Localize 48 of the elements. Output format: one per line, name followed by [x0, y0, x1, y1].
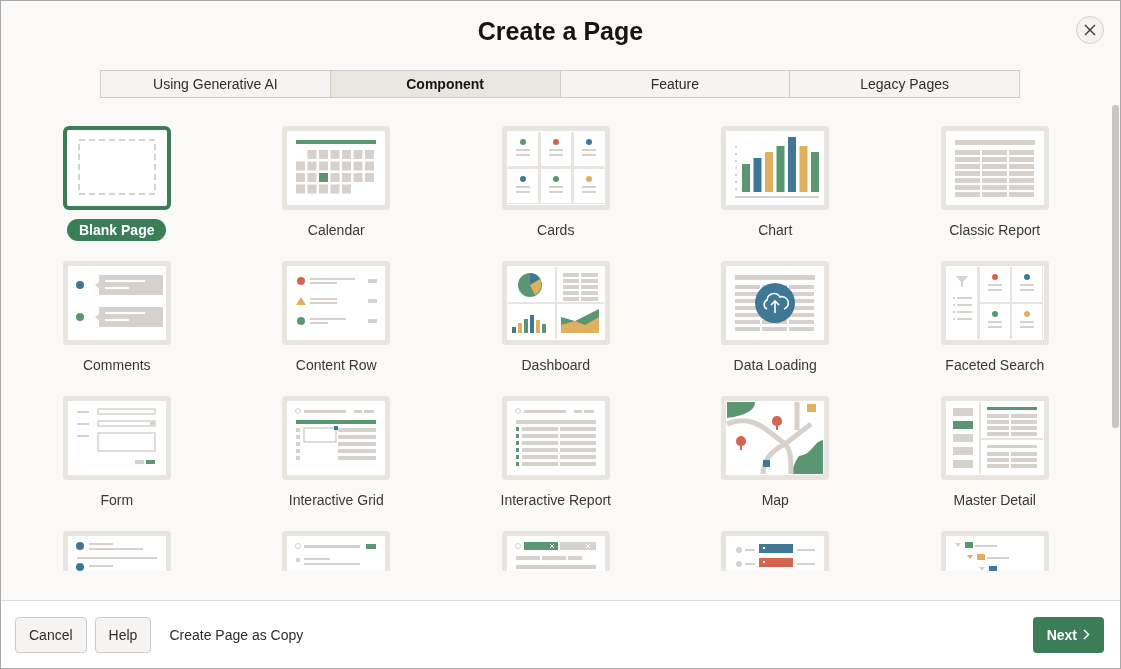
chevron-icon: [1083, 629, 1090, 640]
page-type-label[interactable]: Data Loading: [721, 354, 829, 376]
page-type-label[interactable]: Comments: [70, 354, 163, 376]
classic-report-thumbnail[interactable]: [940, 126, 1049, 210]
close-button[interactable]: [1076, 16, 1104, 44]
page-type-label[interactable]: Interactive Grid: [276, 489, 396, 511]
footer-button[interactable]: Cancel: [15, 616, 87, 653]
copy-link[interactable]: Create Page as Copy: [169, 626, 304, 643]
close-icon: [1084, 24, 1096, 36]
tab[interactable]: Component: [329, 71, 560, 97]
page-type-label[interactable]: Calendar: [295, 219, 377, 241]
dashboard-thumbnail[interactable]: [501, 261, 610, 345]
page-type-label[interactable]: Cards: [525, 219, 587, 241]
search-page-thumbnail[interactable]: [282, 531, 391, 571]
page-type-label[interactable]: Dashboard: [509, 354, 602, 376]
tree-thumbnail[interactable]: [940, 531, 1049, 571]
blank-thumbnail[interactable]: [62, 126, 171, 210]
scrollbar[interactable]: [1112, 105, 1119, 428]
page-type-label[interactable]: Interactive Report: [488, 489, 623, 511]
data-loading-thumbnail[interactable]: [721, 261, 830, 345]
faceted-search-thumbnail[interactable]: [940, 261, 1049, 345]
interactive-grid-thumbnail[interactable]: [282, 396, 391, 480]
content-row-thumbnail[interactable]: [282, 261, 391, 345]
page-type-label[interactable]: Faceted Search: [933, 354, 1057, 376]
tab[interactable]: Using Generative AI: [101, 71, 330, 97]
page-type-label[interactable]: Form: [88, 489, 146, 511]
page-type-label[interactable]: Map: [749, 489, 801, 511]
page-type-label[interactable]: Master Detail: [941, 489, 1048, 511]
comments-thumbnail[interactable]: [62, 261, 171, 345]
list-view-thumbnail[interactable]: [62, 531, 171, 571]
form-thumbnail[interactable]: [62, 396, 171, 480]
page-type-label[interactable]: Chart: [746, 219, 805, 241]
tab[interactable]: Feature: [559, 71, 790, 97]
page-type-label[interactable]: Blank Page: [67, 219, 167, 241]
tab[interactable]: Legacy Pages: [789, 71, 1019, 97]
interactive-report-thumbnail[interactable]: [501, 396, 610, 480]
calendar-thumbnail[interactable]: [282, 126, 391, 210]
page-type-label[interactable]: Classic Report: [937, 219, 1053, 241]
map-thumbnail[interactable]: [721, 396, 830, 480]
smart-filters-thumbnail[interactable]: [501, 531, 610, 571]
next-button[interactable]: Next: [1032, 616, 1104, 653]
dialog-title: Create a Page: [477, 16, 644, 46]
chart-thumbnail[interactable]: [721, 126, 830, 210]
master-detail-thumbnail[interactable]: [940, 396, 1049, 480]
task-list-thumbnail[interactable]: [721, 531, 830, 571]
footer-button[interactable]: Help: [94, 616, 152, 653]
cards-thumbnail[interactable]: [501, 126, 610, 210]
page-type-label[interactable]: Content Row: [283, 354, 389, 376]
